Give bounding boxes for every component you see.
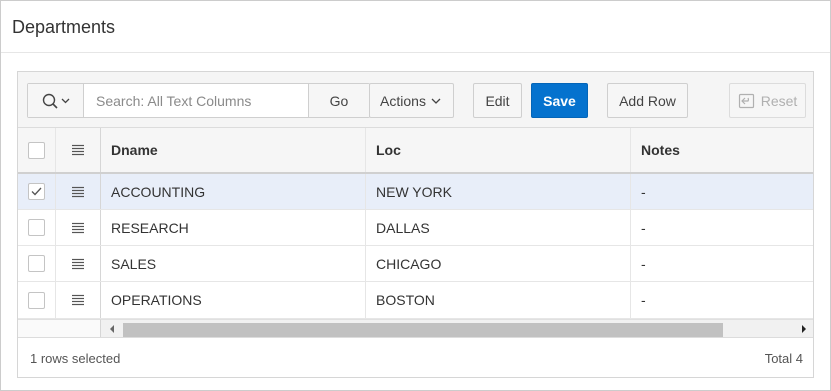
row-select-cell — [18, 282, 56, 318]
chevron-down-icon — [431, 98, 441, 104]
search-group: Go — [27, 83, 370, 118]
scroll-left-arrow-icon[interactable] — [105, 322, 119, 336]
notes-cell[interactable]: - — [631, 210, 813, 245]
loc-cell[interactable]: NEW YORK — [366, 174, 631, 209]
region-title: Departments — [12, 17, 116, 37]
row-select-checkbox[interactable] — [28, 219, 45, 236]
horizontal-scrollbar[interactable] — [101, 319, 813, 337]
select-all-checkbox[interactable] — [28, 141, 45, 159]
region-header: Departments — [1, 1, 830, 53]
row-actions-cell[interactable] — [56, 282, 101, 318]
hamburger-menu-icon — [72, 144, 84, 156]
search-icon — [42, 93, 69, 109]
total-count: Total 4 — [764, 351, 803, 366]
grid-footer: 1 rows selected Total 4 — [18, 337, 813, 377]
notes-cell[interactable]: - — [631, 246, 813, 281]
header-actions-cell — [56, 128, 101, 172]
table-row[interactable]: SALES CHICAGO - — [18, 246, 813, 282]
loc-cell[interactable]: CHICAGO — [366, 246, 631, 281]
hamburger-menu-icon — [72, 186, 84, 197]
loc-cell[interactable]: DALLAS — [366, 210, 631, 245]
row-select-cell — [18, 210, 56, 245]
interactive-grid: Go Actions Edit Save Add Row Reset — [17, 71, 814, 378]
table-row[interactable]: RESEARCH DALLAS - — [18, 210, 813, 246]
column-header-loc[interactable]: Loc — [366, 128, 631, 172]
column-header-notes[interactable]: Notes — [631, 128, 813, 172]
dname-cell[interactable]: ACCOUNTING — [101, 174, 366, 209]
edit-button[interactable]: Edit — [473, 83, 522, 118]
dname-cell[interactable]: RESEARCH — [101, 210, 366, 245]
selection-status: 1 rows selected — [30, 351, 121, 366]
row-select-cell — [18, 174, 56, 209]
departments-region: Departments Go Actions — [0, 0, 831, 391]
row-select-cell — [18, 246, 56, 281]
search-column-menu-button[interactable] — [28, 84, 84, 117]
loc-cell[interactable]: BOSTON — [366, 282, 631, 318]
table-row[interactable]: ACCOUNTING NEW YORK - — [18, 174, 813, 210]
scrollbar-thumb[interactable] — [123, 323, 723, 337]
select-all-cell — [18, 128, 56, 172]
row-actions-cell[interactable] — [56, 210, 101, 245]
reset-icon — [738, 93, 754, 108]
search-input[interactable] — [84, 84, 308, 117]
row-select-checkbox[interactable] — [28, 255, 45, 272]
notes-cell[interactable]: - — [631, 282, 813, 318]
add-row-button[interactable]: Add Row — [607, 83, 688, 118]
notes-cell[interactable]: - — [631, 174, 813, 209]
hamburger-menu-icon — [72, 294, 84, 306]
row-select-checkbox[interactable] — [28, 291, 45, 309]
grid-toolbar: Go Actions Edit Save Add Row Reset — [18, 72, 813, 128]
scroll-right-arrow-icon[interactable] — [797, 322, 811, 336]
dname-cell[interactable]: OPERATIONS — [101, 282, 366, 318]
save-button[interactable]: Save — [531, 83, 588, 118]
column-header-dname[interactable]: Dname — [101, 128, 366, 172]
dname-cell[interactable]: SALES — [101, 246, 366, 281]
frozen-columns-scroll-pad — [18, 319, 101, 337]
go-button[interactable]: Go — [308, 84, 369, 117]
row-actions-cell[interactable] — [56, 246, 101, 281]
checkmark-icon — [31, 187, 42, 196]
row-actions-cell[interactable] — [56, 174, 101, 209]
hamburger-menu-icon — [72, 258, 84, 269]
actions-label: Actions — [380, 92, 426, 109]
actions-menu-button[interactable]: Actions — [369, 83, 454, 118]
grid-header-row: Dname Loc Notes — [18, 128, 813, 174]
table-row[interactable]: OPERATIONS BOSTON - — [18, 282, 813, 319]
reset-label: Reset — [760, 92, 798, 109]
reset-button[interactable]: Reset — [729, 83, 806, 118]
hamburger-menu-icon — [72, 222, 84, 233]
row-select-checkbox[interactable] — [28, 183, 45, 200]
